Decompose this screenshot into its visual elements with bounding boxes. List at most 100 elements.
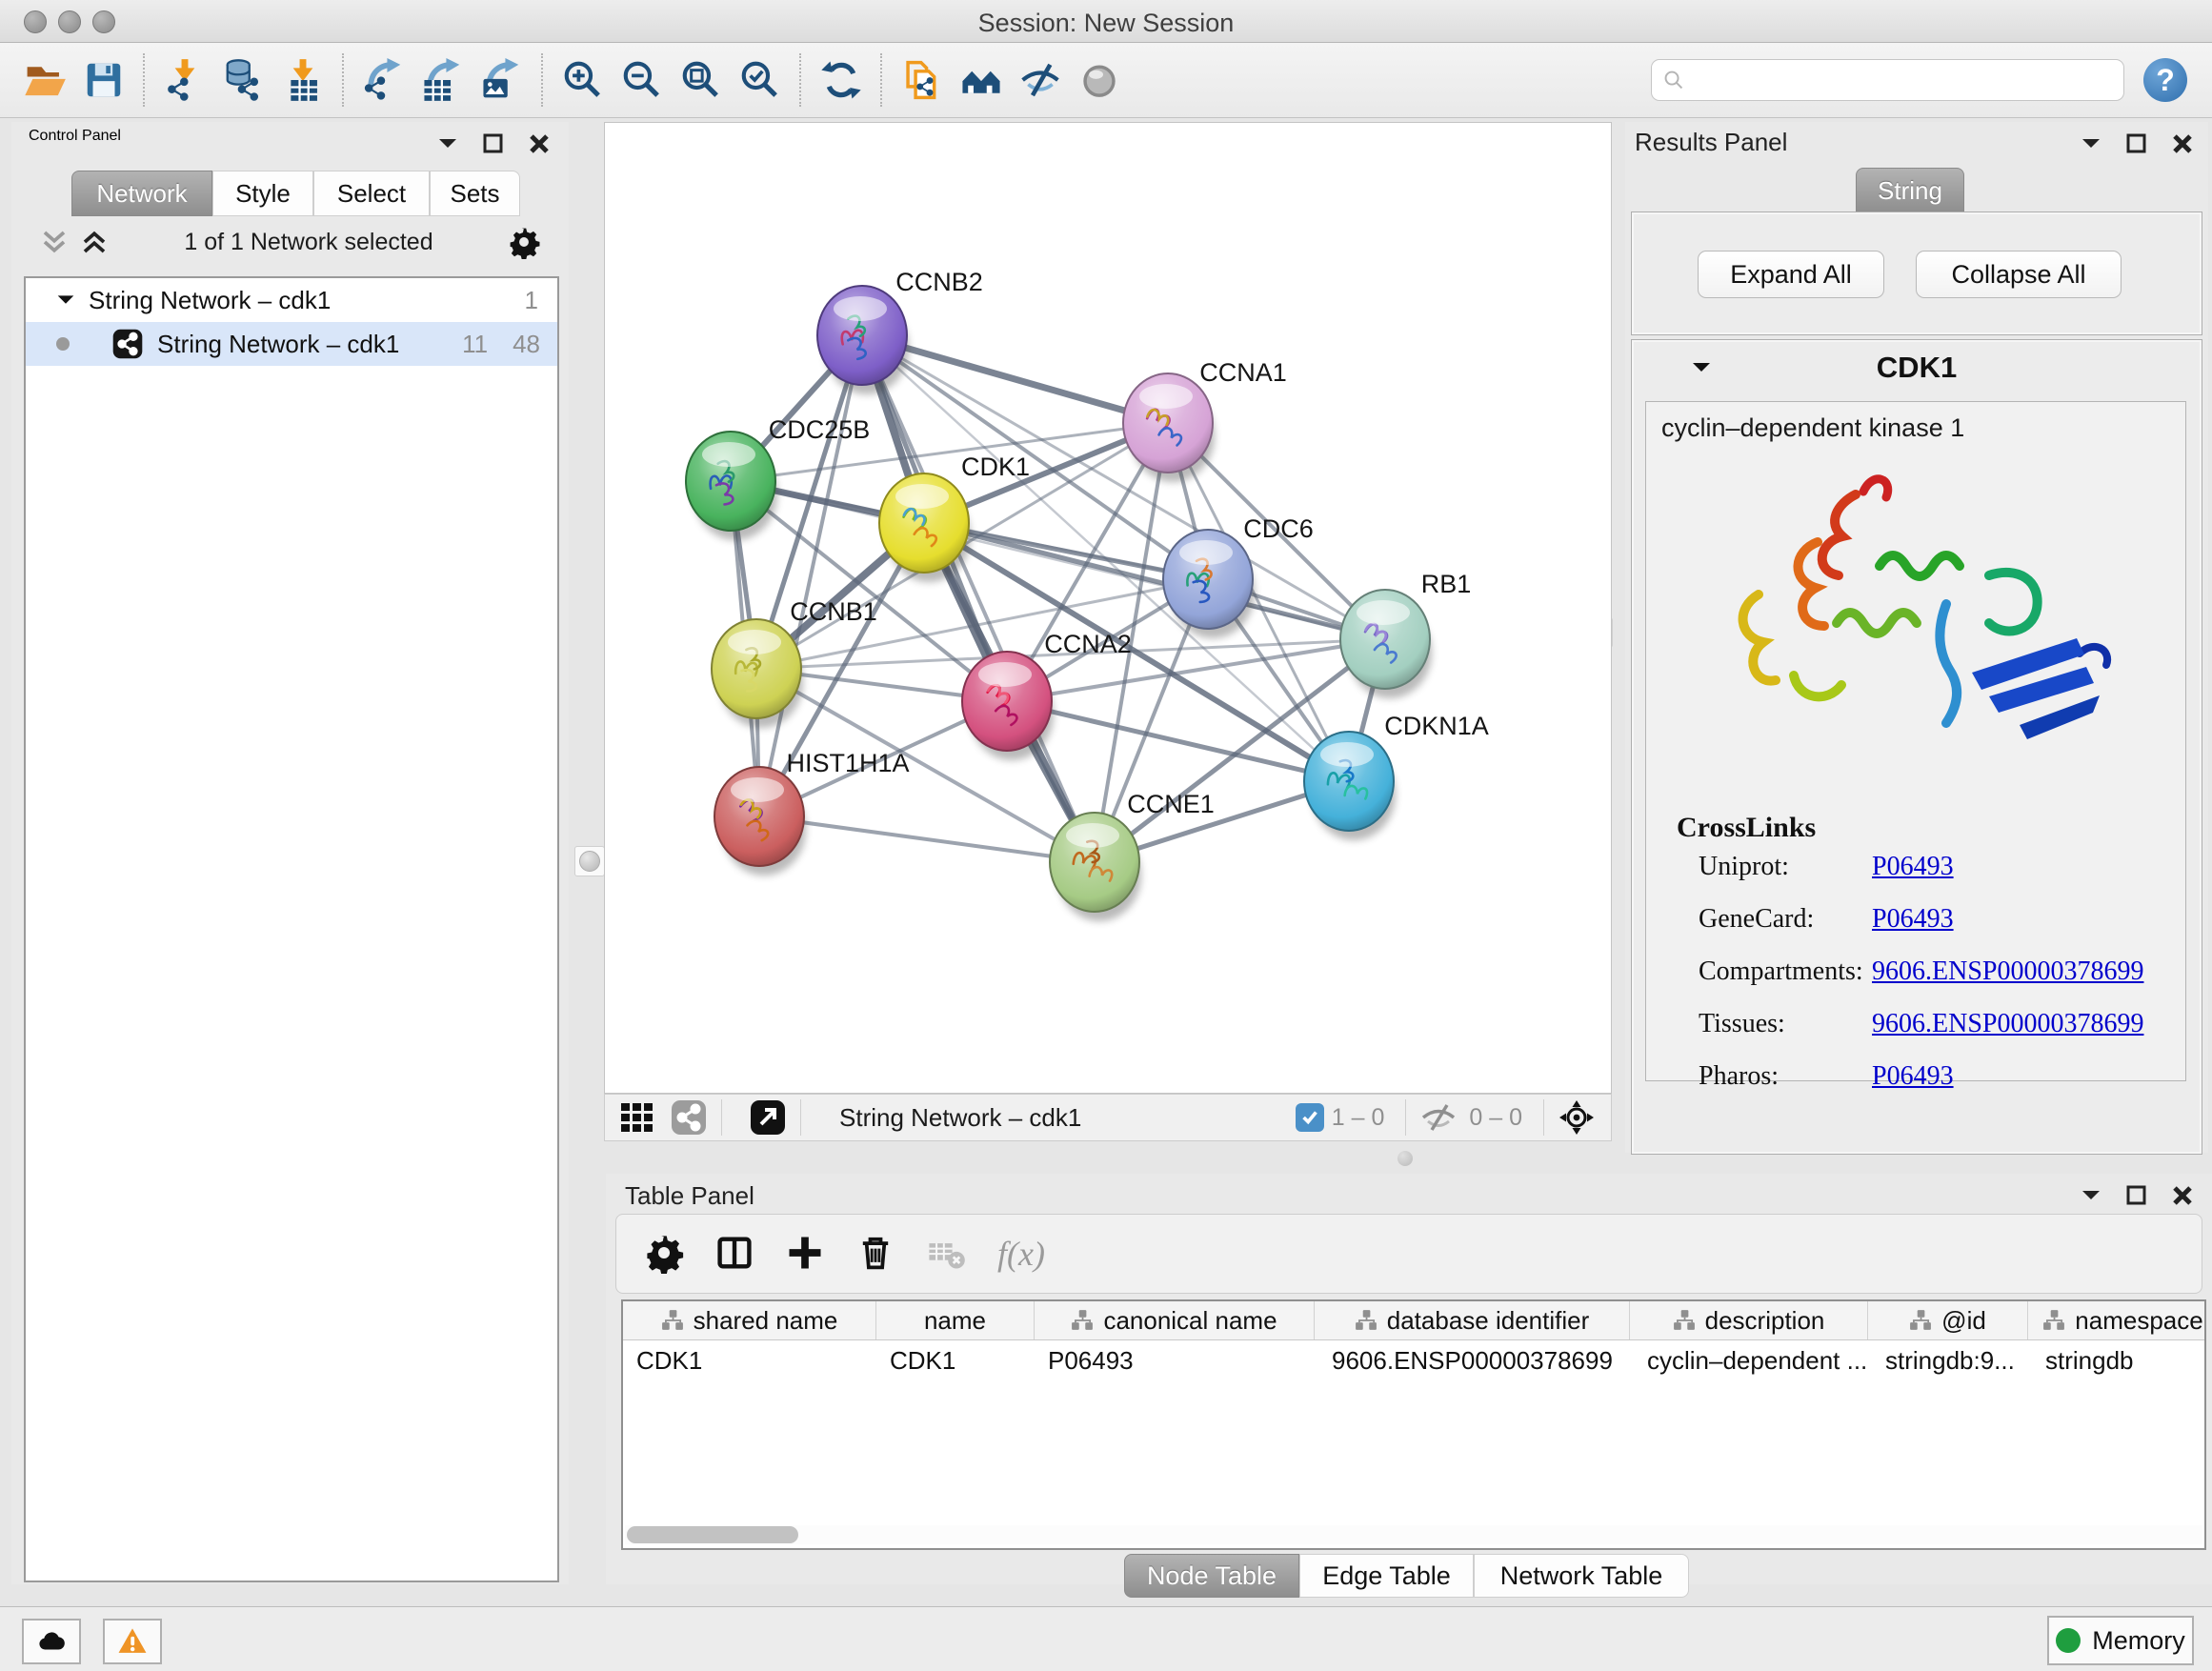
column-header-database-identifier[interactable]: database identifier: [1315, 1301, 1630, 1339]
tree-expander-icon[interactable]: [54, 289, 77, 312]
string-network-graph[interactable]: CCNB2CCNA1CDC25BCDK1CDC6RB1CCNB1CCNA2CDK…: [605, 123, 1611, 1093]
fit-selected-crosshair-icon[interactable]: [1558, 1098, 1596, 1137]
import-network-file-button[interactable]: [157, 51, 212, 109]
tab-sets[interactable]: Sets: [430, 171, 520, 216]
column-header-namespace[interactable]: namespace: [2028, 1301, 2206, 1339]
column-header--id[interactable]: @id: [1868, 1301, 2028, 1339]
tab-string[interactable]: String: [1856, 168, 1964, 213]
warnings-button[interactable]: [103, 1619, 162, 1664]
edge-HIST1H1A-CCNE1[interactable]: [759, 816, 1095, 862]
crosslink-link[interactable]: P06493: [1872, 852, 1954, 882]
tab-style[interactable]: Style: [212, 171, 313, 216]
maximize-panel-icon[interactable]: [481, 131, 506, 156]
expand-all-button[interactable]: Expand All: [1698, 251, 1884, 298]
zoom-out-button[interactable]: [614, 51, 670, 109]
edge-CCNA2-CDKN1A[interactable]: [1007, 701, 1349, 781]
houses-button[interactable]: [954, 51, 1009, 109]
node-CDK1[interactable]: [879, 473, 971, 582]
collapse-entry-icon[interactable]: [1689, 355, 1714, 380]
float-panel-icon[interactable]: [2079, 1183, 2103, 1208]
network-tree-row[interactable]: String Network – cdk1 11 48: [26, 322, 557, 366]
table-cell[interactable]: stringdb: [2028, 1346, 2206, 1376]
table-options-gear-icon[interactable]: [643, 1232, 687, 1276]
network-birdseye-icon[interactable]: [670, 1098, 708, 1137]
tab-edge-table[interactable]: Edge Table: [1299, 1554, 1474, 1598]
refresh-layout-button[interactable]: [814, 51, 869, 109]
import-network-database-button[interactable]: [216, 51, 271, 109]
delete-column-trash-icon[interactable]: [855, 1232, 898, 1276]
table-cell[interactable]: CDK1: [876, 1346, 1035, 1376]
collapse-all-button[interactable]: Collapse All: [1916, 251, 2122, 298]
node-CCNB2[interactable]: [817, 286, 909, 394]
open-session-button[interactable]: [17, 51, 72, 109]
table-row[interactable]: CDK1CDK1P064939606.ENSP00000378699cyclin…: [623, 1340, 2204, 1380]
tab-node-table[interactable]: Node Table: [1124, 1554, 1299, 1598]
expand-all-networks-icon[interactable]: [78, 228, 111, 256]
crosslink-link[interactable]: 9606.ENSP00000378699: [1872, 956, 2143, 987]
search-field[interactable]: [1651, 59, 2124, 101]
eye-show-button[interactable]: [1072, 51, 1127, 109]
memory-button[interactable]: Memory: [2047, 1616, 2194, 1665]
import-table-file-button[interactable]: [275, 51, 331, 109]
cloud-button[interactable]: [22, 1619, 81, 1664]
node-CDKN1A[interactable]: [1304, 732, 1396, 840]
open-in-new-window-icon[interactable]: [749, 1098, 787, 1137]
node-RB1[interactable]: [1340, 590, 1432, 698]
crosslink-link[interactable]: P06493: [1872, 904, 1954, 935]
float-panel-icon[interactable]: [435, 131, 460, 156]
horizontal-scrollbar[interactable]: [625, 1525, 2202, 1544]
float-panel-icon[interactable]: [2079, 131, 2103, 156]
table-cell[interactable]: P06493: [1035, 1346, 1315, 1376]
network-view-canvas[interactable]: CCNB2CCNA1CDC25BCDK1CDC6RB1CCNB1CCNA2CDK…: [604, 122, 1612, 1094]
column-header-name[interactable]: name: [876, 1301, 1035, 1339]
scrollbar-thumb[interactable]: [627, 1526, 798, 1543]
zoom-in-button[interactable]: [555, 51, 611, 109]
export-network-button[interactable]: [356, 51, 412, 109]
column-header-canonical-name[interactable]: canonical name: [1035, 1301, 1315, 1339]
node-HIST1H1A[interactable]: [714, 767, 806, 876]
node-CCNA1[interactable]: [1123, 373, 1215, 482]
create-column-plus-icon[interactable]: [784, 1232, 828, 1276]
copy-documents-button[interactable]: [895, 51, 950, 109]
export-table-button[interactable]: [415, 51, 471, 109]
show-network-grid-icon[interactable]: [618, 1098, 656, 1137]
zoom-selected-button[interactable]: [733, 51, 788, 109]
column-header-shared-name[interactable]: shared name: [623, 1301, 876, 1339]
table-cell[interactable]: cyclin–dependent ...: [1630, 1346, 1868, 1376]
zoom-fit-button[interactable]: [674, 51, 729, 109]
edge-CCNB2-CCNE1[interactable]: [862, 335, 1095, 862]
save-session-button[interactable]: [76, 51, 131, 109]
table-cell[interactable]: 9606.ENSP00000378699: [1315, 1346, 1630, 1376]
node-CCNB1[interactable]: [712, 619, 803, 728]
node-table[interactable]: shared namenamecanonical namedatabase id…: [621, 1299, 2206, 1550]
search-input[interactable]: [1686, 61, 2123, 99]
crosslink-link[interactable]: P06493: [1872, 1061, 1954, 1092]
show-columns-icon[interactable]: [714, 1232, 757, 1276]
close-panel-icon[interactable]: [2170, 131, 2195, 156]
maximize-panel-icon[interactable]: [2124, 1183, 2149, 1208]
selected-checkbox[interactable]: [1296, 1103, 1324, 1132]
panel-divider-grip[interactable]: [574, 846, 605, 876]
network-tree-row[interactable]: String Network – cdk1 1: [26, 278, 557, 322]
close-panel-icon[interactable]: [527, 131, 552, 156]
tab-network-table[interactable]: Network Table: [1474, 1554, 1689, 1598]
panel-divider-grip[interactable]: [1398, 1151, 1413, 1166]
tab-select[interactable]: Select: [313, 171, 430, 216]
node-CDC25B[interactable]: [686, 432, 777, 540]
close-panel-icon[interactable]: [2170, 1183, 2195, 1208]
maximize-panel-icon[interactable]: [2124, 131, 2149, 156]
crosslink-link[interactable]: 9606.ENSP00000378699: [1872, 1009, 2143, 1039]
node-CCNA2[interactable]: [962, 652, 1054, 760]
table-cell[interactable]: CDK1: [623, 1346, 876, 1376]
node-CDC6[interactable]: [1163, 530, 1255, 638]
collapse-all-networks-icon[interactable]: [38, 228, 70, 256]
tab-network[interactable]: Network: [71, 171, 212, 216]
column-header-description[interactable]: description: [1630, 1301, 1868, 1339]
help-button[interactable]: ?: [2143, 58, 2187, 102]
table-cell[interactable]: stringdb:9...: [1868, 1346, 2028, 1376]
eye-hide-button[interactable]: [1013, 51, 1068, 109]
entry-header[interactable]: CDK1: [1632, 340, 2202, 395]
export-image-button[interactable]: [474, 51, 530, 109]
node-CCNE1[interactable]: [1050, 813, 1141, 921]
network-options-gear-icon[interactable]: [507, 225, 541, 259]
